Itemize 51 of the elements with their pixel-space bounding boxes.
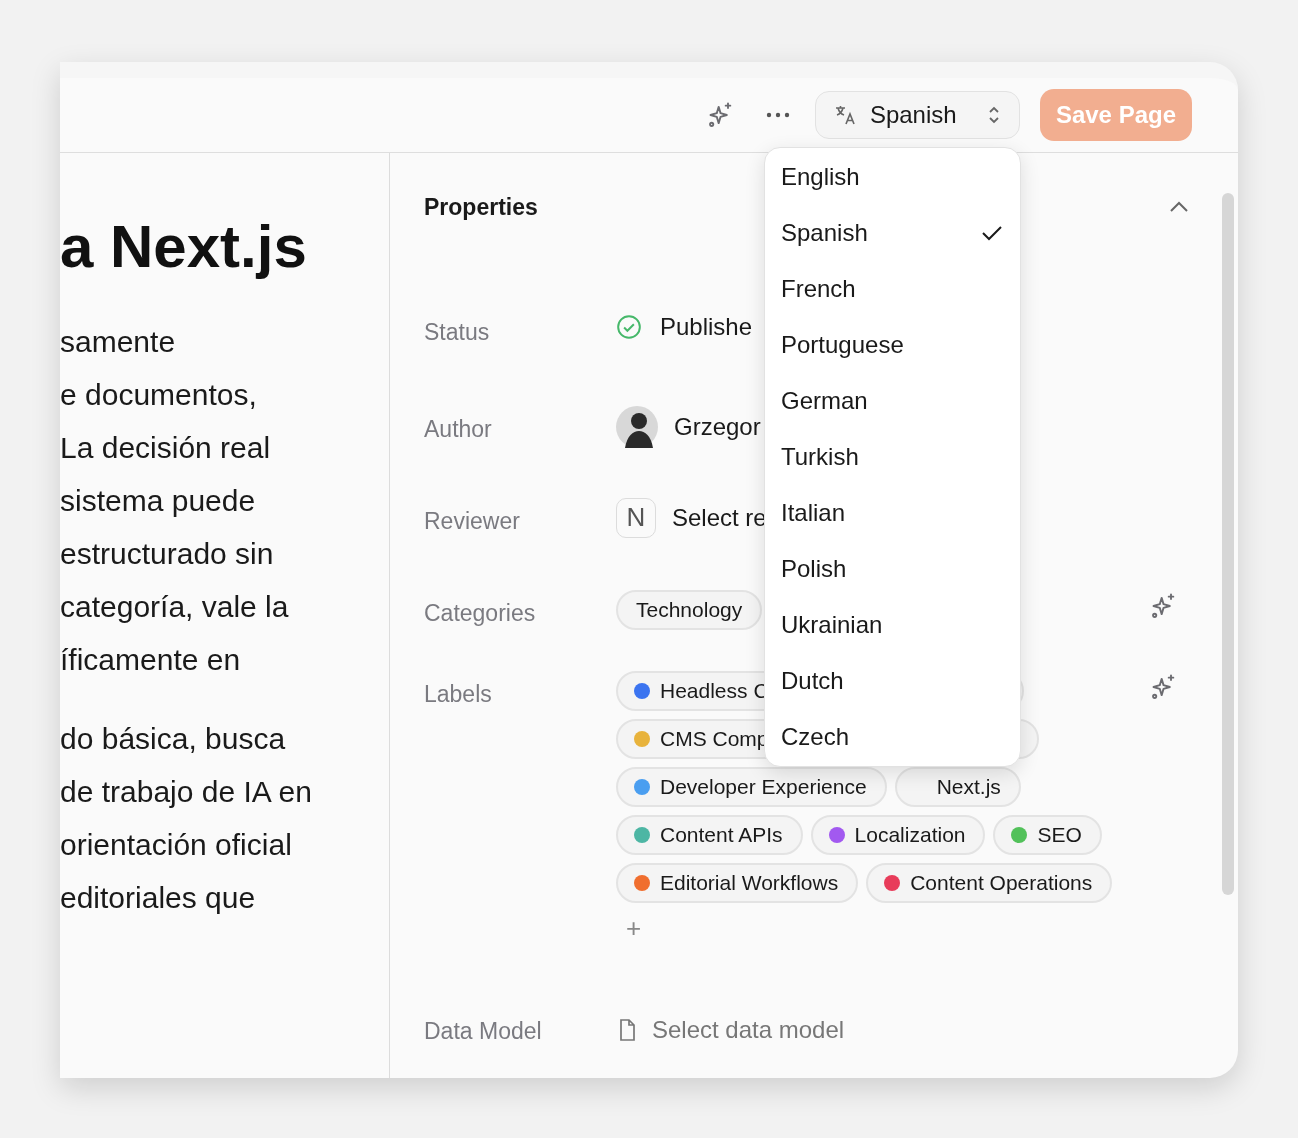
more-icon[interactable]	[764, 111, 791, 119]
paragraph-line: orientación oficial	[60, 827, 293, 863]
field-label: Labels	[424, 679, 493, 709]
label-tag[interactable]: Content Operations	[866, 862, 1113, 903]
language-option[interactable]: Spanish	[765, 205, 1020, 261]
check-icon	[980, 223, 1004, 243]
check-circle-icon	[616, 314, 642, 340]
translate-icon	[833, 103, 858, 127]
paragraph-line: categoría, vale la	[60, 589, 290, 625]
paragraph-line: La decisión real	[60, 430, 272, 466]
language-option[interactable]: Ukrainian	[765, 597, 1020, 653]
label-tag[interactable]: SEO	[993, 814, 1102, 855]
scrollbar[interactable]	[1222, 193, 1234, 895]
paragraph-line: estructurado sin	[60, 536, 275, 572]
language-option[interactable]: German	[765, 373, 1020, 429]
field-label: Categories	[424, 599, 537, 628]
paragraph-line: sistema puede	[60, 483, 257, 519]
data-model-select[interactable]: Select data model	[652, 1011, 845, 1048]
label-tag[interactable]: Content APIs	[616, 814, 803, 855]
reviewer-initial: N	[616, 497, 656, 538]
updown-icon	[986, 104, 1001, 126]
properties-heading: Properties	[424, 192, 538, 222]
author-value[interactable]: Grzegor	[674, 408, 761, 445]
language-option[interactable]: Italian	[765, 485, 1020, 541]
paragraph-line: íficamente en	[60, 642, 242, 678]
language-option[interactable]: Portuguese	[765, 317, 1020, 373]
article-title: a Next.js	[60, 217, 308, 277]
language-option[interactable]: Dutch	[765, 653, 1020, 709]
label-tag[interactable]: Developer Experience	[616, 766, 887, 807]
paragraph-line: e documentos,	[60, 377, 258, 413]
field-label: Status	[424, 318, 491, 347]
paragraph-line: de trabajo de IA en	[60, 774, 313, 810]
category-tag[interactable]: Technology	[616, 590, 763, 630]
chevron-up-icon[interactable]	[1168, 200, 1190, 214]
language-option[interactable]: Czech	[765, 709, 1020, 765]
field-label: Data Model	[424, 1016, 543, 1046]
language-option[interactable]: Turkish	[765, 429, 1020, 485]
label-tag[interactable]: Localization	[810, 814, 986, 855]
status-value[interactable]: Publishe	[660, 309, 753, 345]
field-label: Reviewer	[424, 506, 521, 536]
paragraph-line: do básica, busca	[60, 721, 287, 757]
language-option[interactable]: French	[765, 261, 1020, 317]
language-option[interactable]: English	[765, 149, 1020, 205]
label-tag[interactable]: Next.js	[894, 766, 1021, 807]
language-select[interactable]: Spanish	[814, 91, 1020, 139]
language-option[interactable]: Polish	[765, 541, 1020, 597]
paragraph-line: samente	[60, 324, 177, 360]
field-label: Author	[424, 414, 493, 444]
label-tag[interactable]: Editorial Workflows	[616, 862, 859, 903]
paragraph-line: editoriales que	[60, 880, 257, 916]
avatar	[616, 405, 658, 448]
